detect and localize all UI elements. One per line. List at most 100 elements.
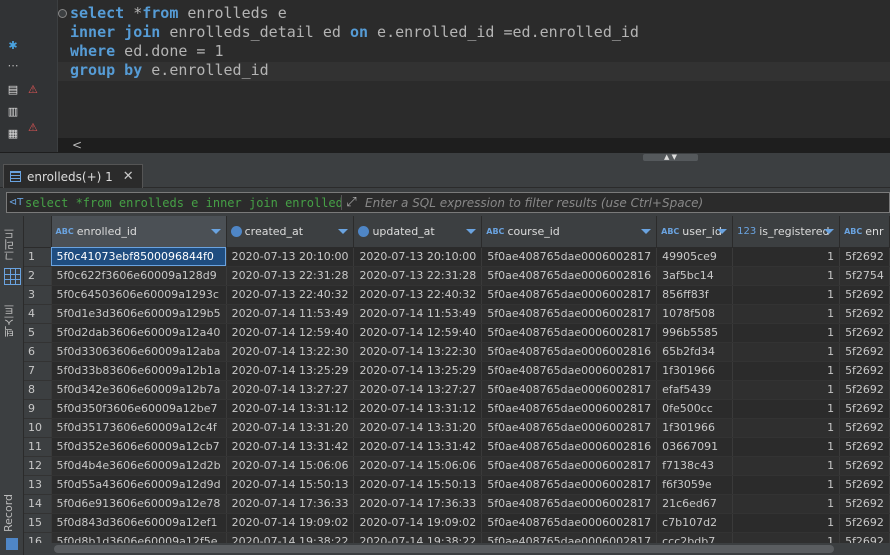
column-filter-icon[interactable] — [717, 229, 728, 234]
table-row[interactable]: 12 5f0d4b4e3606e60009a12d2b 2020-07-14 15:… — [24, 456, 890, 476]
table-cell[interactable]: 2020-07-14 19:09:02 — [226, 513, 355, 533]
table-cell[interactable]: 2020-07-14 13:25:29 — [353, 361, 483, 381]
table-row[interactable]: 6 5f0d33063606e60009a12aba 2020-07-14 13:2… — [24, 342, 890, 362]
table-cell[interactable]: 5f2692 — [839, 399, 890, 419]
expand-icon[interactable]: ⤢ — [341, 195, 361, 210]
table-cell[interactable]: 2020-07-14 15:06:06 — [353, 456, 483, 476]
row-number[interactable]: 12 — [24, 456, 52, 476]
tab-results[interactable]: enrolleds(+) 1 ✕ — [3, 164, 143, 188]
results-grid[interactable]: ABC enrolled_id created_at updated_at ABC cou… — [24, 216, 890, 543]
table-cell[interactable]: 5f2692 — [839, 494, 890, 514]
table-cell[interactable]: 2020-07-14 11:53:49 — [353, 304, 483, 324]
table-cell[interactable]: 5f0ae408765dae0006002817 — [481, 247, 658, 267]
table-cell[interactable]: 5f2692 — [839, 456, 890, 476]
more-icon[interactable]: ⋯ — [6, 58, 20, 72]
table-cell[interactable]: 2020-07-13 20:10:00 — [226, 247, 355, 267]
row-number[interactable]: 15 — [24, 513, 52, 533]
table-cell[interactable]: 0fe500cc — [656, 399, 734, 419]
table-cell[interactable]: 1 — [732, 266, 841, 286]
table-row[interactable]: 4 5f0d1e3d3606e60009a129b5 2020-07-14 11:5… — [24, 304, 890, 324]
table-row[interactable]: 14 5f0d6e913606e60009a12e78 2020-07-14 17:… — [24, 494, 890, 514]
row-number[interactable]: 1 — [24, 247, 52, 267]
table-cell[interactable]: 1 — [732, 418, 841, 438]
column-filter-icon[interactable] — [338, 229, 349, 234]
table-cell[interactable]: 2020-07-14 17:36:33 — [353, 494, 483, 514]
table-cell[interactable]: 5f0d342e3606e60009a12b7a — [51, 380, 227, 400]
table-cell[interactable]: 1 — [732, 399, 841, 419]
table-cell[interactable]: 5f2692 — [839, 247, 890, 267]
table-cell[interactable]: 2020-07-14 13:22:30 — [353, 342, 483, 362]
table-cell[interactable]: 5f2692 — [839, 475, 890, 495]
table-cell[interactable]: 5f0ae408765dae0006002816 — [481, 437, 658, 457]
table-cell[interactable]: 5f0ae408765dae0006002816 — [481, 266, 658, 286]
table-cell[interactable]: 5f0d352e3606e60009a12cb7 — [51, 437, 227, 457]
fold-marker-icon[interactable] — [58, 9, 67, 18]
table-cell[interactable]: 5f0d55a43606e60009a12d9d — [51, 475, 227, 495]
table-cell[interactable]: 856ff83f — [656, 285, 734, 305]
grid-icon[interactable] — [4, 268, 21, 285]
grid-view-tab[interactable]: 그리드 — [2, 224, 22, 266]
table-cell[interactable]: 2020-07-14 12:59:40 — [226, 323, 355, 343]
sql-line[interactable]: inner join enrolleds_detail ed on e.enro… — [70, 23, 639, 42]
table-cell[interactable]: 5f2754 — [839, 266, 890, 286]
table-cell[interactable]: 5f2692 — [839, 437, 890, 457]
table-cell[interactable]: 2020-07-14 13:27:27 — [226, 380, 355, 400]
table-cell[interactable]: 996b5585 — [656, 323, 734, 343]
table-cell[interactable]: 5f0d2dab3606e60009a12a40 — [51, 323, 227, 343]
row-number[interactable]: 11 — [24, 437, 52, 457]
explain-plan-icon[interactable]: ▥ — [6, 104, 20, 118]
row-number[interactable]: 4 — [24, 304, 52, 324]
table-cell[interactable]: c7b107d2 — [656, 513, 734, 533]
table-cell[interactable]: 1 — [732, 475, 841, 495]
table-cell[interactable]: 1 — [732, 456, 841, 476]
column-filter-icon[interactable] — [824, 229, 835, 234]
execute-script-icon[interactable]: ▤ — [6, 82, 20, 96]
table-row[interactable]: 13 5f0d55a43606e60009a12d9d 2020-07-14 15:… — [24, 475, 890, 495]
row-number[interactable]: 2 — [24, 266, 52, 286]
table-cell[interactable]: 1 — [732, 285, 841, 305]
column-header-course-id[interactable]: ABC course_id — [481, 216, 658, 248]
table-cell[interactable]: 1f301966 — [656, 418, 734, 438]
grid-horizontal-scrollbar[interactable] — [24, 543, 890, 555]
record-view-tab[interactable]: Record — [2, 490, 22, 536]
table-cell[interactable]: ccc2bdb7 — [656, 532, 734, 543]
close-icon[interactable]: ✕ — [123, 169, 134, 184]
editor-horizontal-scrollbar[interactable]: < — [58, 138, 890, 152]
scroll-left-icon[interactable]: < — [72, 138, 82, 152]
table-cell[interactable]: 5f0d35173606e60009a12c4f — [51, 418, 227, 438]
table-cell[interactable]: 1 — [732, 380, 841, 400]
table-cell[interactable]: 1 — [732, 494, 841, 514]
table-cell[interactable]: 5f0d6e913606e60009a12e78 — [51, 494, 227, 514]
table-cell[interactable]: 5f2692 — [839, 285, 890, 305]
row-number[interactable]: 9 — [24, 399, 52, 419]
table-cell[interactable]: 2020-07-14 13:27:27 — [353, 380, 483, 400]
table-cell[interactable]: 1 — [732, 323, 841, 343]
table-cell[interactable]: 03667091 — [656, 437, 734, 457]
table-cell[interactable]: 2020-07-14 13:31:12 — [226, 399, 355, 419]
column-header-created-at[interactable]: created_at — [226, 216, 355, 248]
column-header-enr[interactable]: ABC enr — [839, 216, 890, 248]
table-cell[interactable]: 2020-07-13 22:31:28 — [226, 266, 355, 286]
table-cell[interactable]: 1 — [732, 513, 841, 533]
table-row[interactable]: 9 5f0d350f3606e60009a12be7 2020-07-14 13:3… — [24, 399, 890, 419]
table-row[interactable]: 10 5f0d35173606e60009a12c4f 2020-07-14 13:… — [24, 418, 890, 438]
table-cell[interactable]: 5f0c41073ebf8500096844f0 — [51, 247, 227, 267]
table-cell[interactable]: 5f0d8b1d3606e60009a12f5e — [51, 532, 227, 543]
filter-icon[interactable]: ⊲T — [7, 197, 25, 208]
table-cell[interactable]: 5f0ae408765dae0006002817 — [481, 513, 658, 533]
table-cell[interactable]: 5f0ae408765dae0006002817 — [481, 456, 658, 476]
sql-line[interactable]: group by e.enrolled_id — [70, 61, 639, 80]
row-number[interactable]: 3 — [24, 285, 52, 305]
table-cell[interactable]: 2020-07-14 13:31:12 — [353, 399, 483, 419]
filter-input[interactable]: Enter a SQL expression to filter results… — [361, 196, 703, 210]
sql-line[interactable]: where ed.done = 1 — [70, 42, 639, 61]
table-cell[interactable]: 2020-07-13 22:31:28 — [353, 266, 483, 286]
column-header-user-id[interactable]: ABC user_id — [656, 216, 734, 248]
table-cell[interactable]: 5f0c64503606e60009a1293c — [51, 285, 227, 305]
table-row[interactable]: 3 5f0c64503606e60009a1293c 2020-07-13 22:4… — [24, 285, 890, 305]
table-cell[interactable]: 2020-07-14 13:22:30 — [226, 342, 355, 362]
splitter-grip-icon[interactable]: ▲ ▼ — [643, 154, 698, 161]
export-icon[interactable]: ▦ — [6, 126, 20, 140]
table-cell[interactable]: 5f0ae408765dae0006002817 — [481, 361, 658, 381]
table-cell[interactable]: 21c6ed67 — [656, 494, 734, 514]
